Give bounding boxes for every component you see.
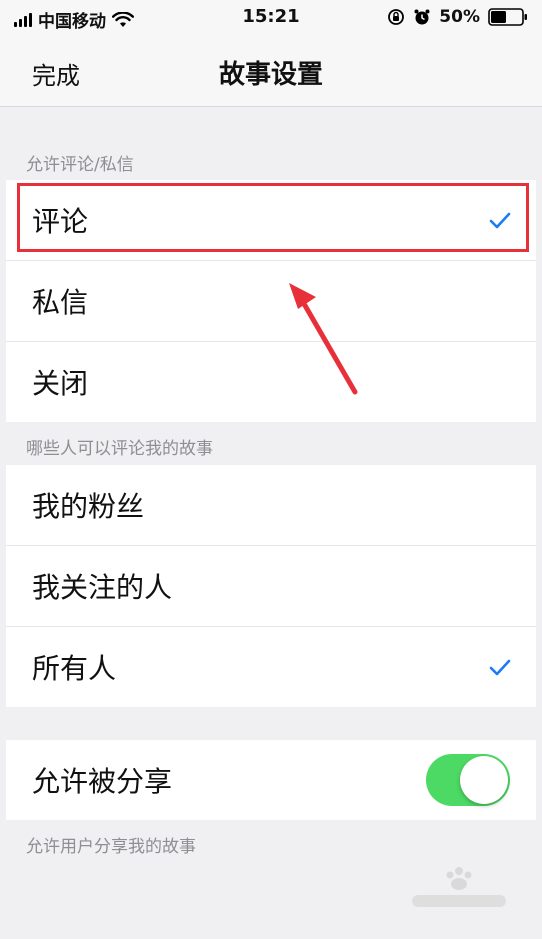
battery-percent: 50% (439, 7, 480, 27)
option-label: 我关注的人 (32, 571, 173, 604)
share-toggle[interactable] (426, 754, 510, 806)
checkmark-icon (489, 212, 511, 229)
option-row-off[interactable]: 关闭 (6, 342, 536, 422)
option-row-everyone[interactable]: 所有人 (6, 627, 536, 707)
battery-icon (488, 8, 527, 26)
option-label: 私信 (32, 286, 89, 319)
option-row-private-message[interactable]: 私信 (6, 261, 536, 342)
option-row-following[interactable]: 我关注的人 (6, 546, 536, 627)
share-settings-group: 允许被分享 (6, 740, 536, 820)
option-label: 所有人 (32, 652, 117, 685)
checkmark-icon (489, 659, 511, 676)
navigation-bar: 完成 故事设置 (0, 36, 542, 107)
audience-options-group: 我的粉丝 我关注的人 所有人 (6, 465, 536, 707)
option-label: 评论 (32, 205, 89, 238)
section-header-comments: 允许评论/私信 (26, 155, 134, 175)
orientation-lock-icon (388, 9, 405, 25)
option-label: 我的粉丝 (32, 490, 145, 523)
status-right: 50% (387, 7, 528, 27)
share-footer-note: 允许用户分享我的故事 (26, 837, 196, 857)
option-row-my-fans[interactable]: 我的粉丝 (6, 465, 536, 546)
toggle-knob (460, 756, 508, 804)
option-label: 关闭 (32, 367, 89, 400)
share-row: 允许被分享 (6, 740, 536, 820)
option-row-comments[interactable]: 评论 (6, 180, 536, 261)
status-bar: 中国移动 15:21 50% (0, 0, 542, 36)
share-label: 允许被分享 (32, 765, 173, 798)
alarm-icon (414, 9, 430, 25)
section-header-audience: 哪些人可以评论我的故事 (26, 439, 213, 459)
baidu-watermark-icon (412, 867, 506, 907)
page-title: 故事设置 (218, 60, 323, 90)
comments-options-group: 评论 私信 关闭 (6, 180, 536, 422)
